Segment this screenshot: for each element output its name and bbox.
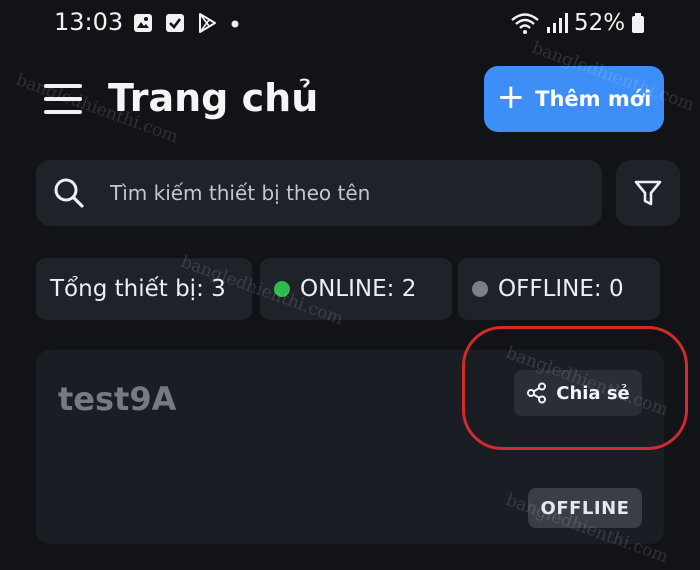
status-time: 13:03: [54, 8, 124, 36]
page-title: Trang chủ: [108, 76, 319, 120]
image-icon: [134, 14, 152, 32]
status-icons-left: [132, 12, 242, 34]
signal-icon: [547, 13, 568, 33]
filter-button[interactable]: [616, 160, 680, 226]
add-new-label: Thêm mới: [535, 87, 652, 111]
status-icons-right: 52%: [510, 10, 645, 36]
status-badge: OFFLINE: [528, 488, 642, 528]
search-box: [36, 160, 602, 226]
plus-icon: +: [496, 77, 526, 117]
battery-percent: 52%: [574, 10, 626, 36]
offline-stat: OFFLINE: 0: [458, 258, 660, 320]
total-devices-label: Tổng thiết bị: 3: [50, 276, 226, 302]
share-icon: [527, 382, 547, 404]
device-name: test9A: [58, 380, 177, 418]
total-devices-stat: Tổng thiết bị: 3: [36, 258, 252, 320]
search-icon: [54, 178, 84, 208]
dot-icon: [231, 20, 239, 28]
online-dot-icon: [274, 281, 290, 297]
search-input[interactable]: [108, 180, 552, 206]
wifi-icon: [511, 13, 539, 34]
offline-dot-icon: [472, 281, 488, 297]
online-label: ONLINE: 2: [300, 276, 417, 302]
filter-icon: [634, 180, 662, 206]
battery-icon: [632, 13, 645, 33]
share-button[interactable]: Chia sẻ: [514, 370, 642, 416]
checkbox-icon: [166, 14, 184, 32]
online-stat: ONLINE: 2: [260, 258, 452, 320]
add-new-button[interactable]: + Thêm mới: [484, 66, 664, 132]
play-store-icon: [199, 13, 216, 33]
share-label: Chia sẻ: [556, 382, 630, 404]
offline-label: OFFLINE: 0: [498, 276, 624, 302]
menu-icon[interactable]: [44, 84, 82, 114]
